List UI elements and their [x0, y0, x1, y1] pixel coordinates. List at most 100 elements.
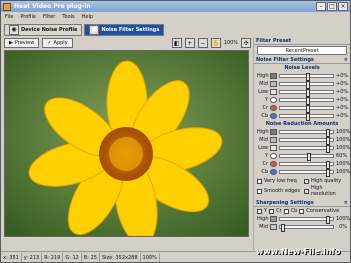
close-button[interactable]: ×: [338, 2, 348, 11]
tab-device-noise-profile[interactable]: ◉ Device Noise Profile: [4, 23, 83, 36]
slider-knob[interactable]: [305, 113, 310, 121]
sharpen-channels: Y Cr Cb Conservative: [254, 207, 350, 215]
red-chroma-icon: [270, 105, 277, 111]
flower-photo: [5, 51, 248, 236]
preset-dropdown[interactable]: RecentPreset: [257, 46, 347, 55]
noise-slider[interactable]: [279, 89, 334, 97]
sharpen-row-mid: Mid 0%: [259, 224, 347, 232]
noise-slider[interactable]: [279, 73, 334, 81]
preview-toolbar: ▶ Preview ✓ Apply ◧ + − ✋ 100% ✣: [4, 37, 251, 49]
level-row-cb: Cb +0%: [261, 113, 349, 121]
status-zoom: 100%: [141, 253, 160, 262]
checkbox-box[interactable]: [257, 188, 262, 194]
noise-reduction-title: Noise Reduction Amounts: [265, 121, 339, 127]
menu-filter[interactable]: Filter: [43, 14, 55, 20]
sharpening-title: Sharpening Settings ×: [254, 199, 350, 207]
slider-knob[interactable]: [305, 73, 310, 81]
check-icon: ✓: [47, 40, 52, 46]
reduction-slider[interactable]: [279, 161, 334, 169]
y-channel-checkbox[interactable]: Y: [257, 208, 267, 214]
slider-knob[interactable]: [325, 145, 330, 153]
app-icon: [3, 2, 11, 11]
menu-help[interactable]: Help: [82, 14, 93, 20]
reduction-slider[interactable]: [279, 153, 334, 161]
status-r: R: 219: [42, 253, 64, 262]
slider-knob[interactable]: [305, 89, 310, 97]
watermark: www.New-File.info: [256, 247, 341, 256]
status-size: Size: 352x288: [100, 253, 141, 262]
cr-channel-checkbox[interactable]: Cr: [269, 208, 282, 214]
hand-icon[interactable]: ✋: [210, 38, 221, 48]
luma-icon: [270, 153, 277, 159]
noise-slider[interactable]: [279, 113, 334, 121]
reduction-slider[interactable]: [279, 169, 334, 177]
high-resolution-checkbox[interactable]: ✓ High resolution: [304, 185, 347, 197]
amount-row-cr: Cr 100%: [262, 161, 351, 169]
slider-knob[interactable]: [305, 97, 310, 105]
noise-slider[interactable]: [279, 105, 334, 113]
reduction-slider[interactable]: [279, 145, 334, 153]
blue-chroma-icon: [270, 169, 277, 175]
noise-sample-icon: [270, 145, 277, 151]
close-icon[interactable]: ×: [344, 57, 348, 63]
conservative-checkbox[interactable]: Conservative: [299, 208, 339, 214]
slider-knob[interactable]: [305, 105, 310, 113]
sharpen-slider[interactable]: [279, 224, 334, 232]
slider-knob[interactable]: [307, 153, 312, 161]
minimize-button[interactable]: –: [316, 2, 326, 11]
status-y: y: 213: [22, 253, 43, 262]
zoom-in-icon[interactable]: +: [184, 38, 195, 48]
checkbox-box[interactable]: [257, 178, 262, 184]
high-quality-checkbox[interactable]: ✓ High quality: [304, 178, 347, 184]
menu-profile[interactable]: Profile: [20, 14, 36, 20]
slider-knob[interactable]: [325, 161, 330, 169]
noise-slider[interactable]: [279, 97, 334, 105]
app-window: Heat Video Pro plug-in – □ × File Profil…: [0, 0, 351, 263]
preview-button[interactable]: ▶ Preview: [4, 38, 40, 48]
noise-sample-icon: [270, 89, 277, 95]
slider-knob[interactable]: [325, 137, 330, 145]
filter-preset-title: Filter Preset: [254, 37, 350, 45]
level-row-high: High +0%: [257, 73, 349, 81]
window-title: Heat Video Pro plug-in: [14, 3, 91, 10]
sharpen-slider[interactable]: [279, 216, 334, 224]
menu-file[interactable]: File: [5, 14, 13, 20]
filter-options: Very low freq ✓ High quality Smooth edges…: [254, 176, 350, 199]
menu-tools[interactable]: Tools: [62, 14, 74, 20]
blue-chroma-icon: [270, 113, 277, 119]
zoom-level: 100%: [223, 40, 238, 46]
pan-icon[interactable]: ✣: [241, 38, 251, 48]
amount-row-high: High 100%: [257, 129, 351, 137]
apply-button[interactable]: ✓ Apply: [42, 38, 73, 48]
tab-strip: ◉ Device Noise Profile ▦ Noise Filter Se…: [1, 22, 252, 37]
amount-row-low: Low 100%: [258, 145, 351, 153]
very-low-freq-checkbox[interactable]: Very low freq: [257, 178, 300, 184]
zoom-out-icon[interactable]: −: [197, 38, 208, 48]
close-icon[interactable]: ×: [344, 200, 348, 206]
sharpen-row-high: High 100%: [257, 216, 351, 224]
level-row-y: Y +0%: [264, 97, 349, 105]
slider-knob[interactable]: [280, 224, 285, 232]
noise-sample-icon: [270, 137, 277, 143]
noise-levels-title: Noise Levels: [284, 65, 320, 71]
checkbox-box[interactable]: ✓: [304, 178, 309, 184]
preview-image[interactable]: [4, 50, 249, 237]
reduction-slider[interactable]: [279, 137, 334, 145]
noise-sample-icon: [270, 224, 277, 230]
tab-noise-filter-settings[interactable]: ▦ Noise Filter Settings: [84, 23, 165, 36]
compare-icon[interactable]: ◧: [171, 38, 182, 48]
checkbox-box[interactable]: ✓: [304, 188, 309, 194]
level-row-mid: Mid +0%: [259, 81, 349, 89]
cb-channel-checkbox[interactable]: Cb: [283, 208, 297, 214]
noise-slider[interactable]: [279, 81, 334, 89]
noise-sample-icon: [270, 216, 277, 222]
reduction-slider[interactable]: [279, 129, 334, 137]
smooth-edges-checkbox[interactable]: Smooth edges: [257, 185, 300, 197]
slider-knob[interactable]: [305, 81, 310, 89]
maximize-button[interactable]: □: [327, 2, 337, 11]
slider-knob[interactable]: [325, 216, 330, 224]
slider-knob[interactable]: [325, 129, 330, 137]
menu-bar: File Profile Filter Tools Help: [1, 12, 350, 22]
slider-knob[interactable]: [325, 169, 330, 177]
noise-sample-icon: [270, 81, 277, 87]
